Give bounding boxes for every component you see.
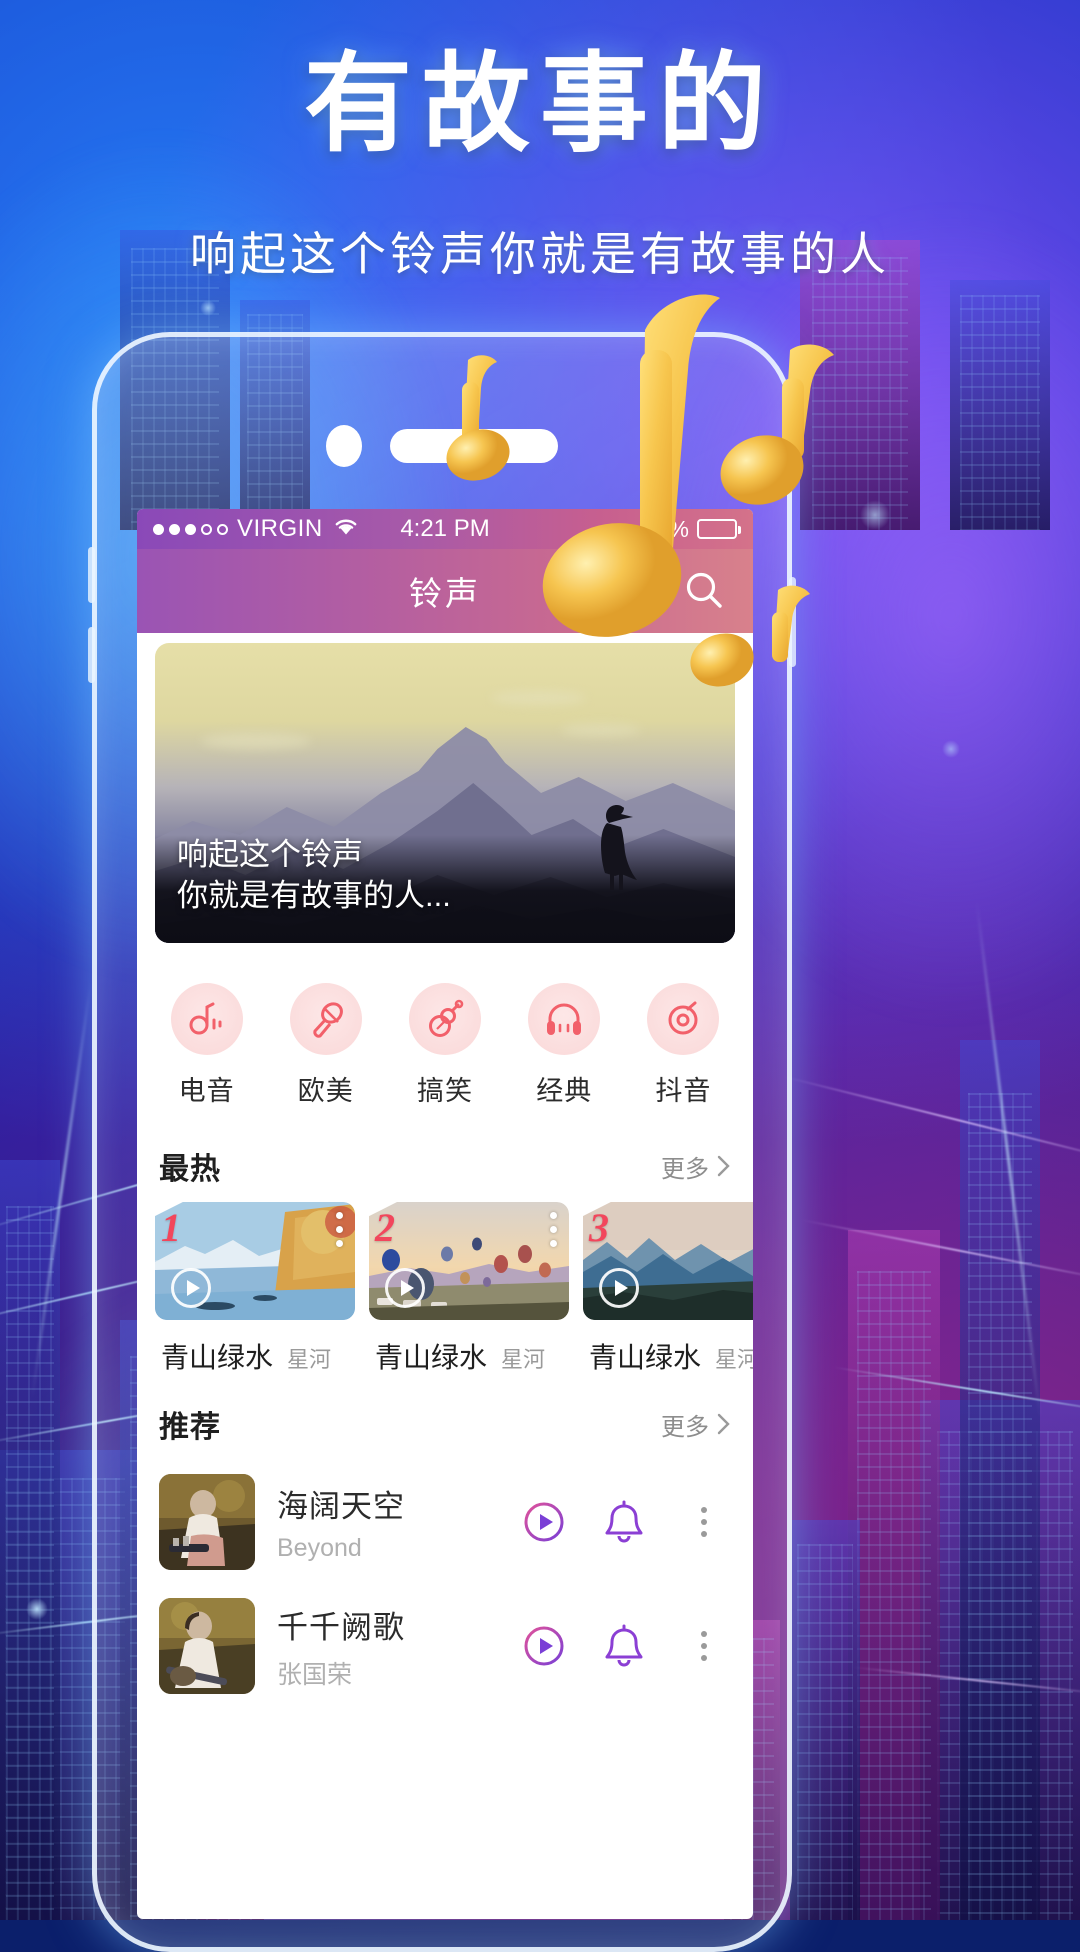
category-item-jingdian[interactable]: 经典 [505,983,624,1108]
battery-percent-label: 95% [642,515,690,542]
song-title: 千千阙歌 [277,1609,405,1645]
category-label: 抖音 [655,1076,712,1106]
hot-card[interactable]: 3 青山绿水 星河 [583,1202,753,1376]
power-button[interactable] [789,577,796,667]
category-label: 搞笑 [417,1076,473,1106]
category-label: 欧美 [297,1076,354,1106]
hot-card[interactable]: 1 青山绿水 星河 [155,1202,355,1376]
album-art-1 [159,1474,255,1570]
bell-icon[interactable] [601,1499,647,1545]
recommend-list: 海阔天空 Beyond 千千阙歌 张国荣 [137,1460,753,1708]
song-artist: 张国荣 [277,1660,353,1689]
category-item-douyin[interactable]: 抖音 [624,983,743,1108]
song-cover [159,1474,255,1570]
featured-banner[interactable]: 响起这个铃声 你就是有故事的人... [155,643,735,943]
chevron-right-icon [717,1155,730,1177]
promo-headline: 有故事的 [303,42,776,167]
front-camera [326,425,362,467]
recommend-more-label: 更多 [661,1413,709,1441]
song-artist: Beyond [277,1534,362,1562]
hot-card-thumbnail[interactable]: 2 [369,1202,569,1320]
carrier-label: VIRGIN [237,515,323,542]
phone-mockup: VIRGIN 4:21 PM 95% 铃声 响起这个铃声 你就是有故事的人...… [88,332,796,1952]
battery-icon [697,519,742,539]
hot-card-rank: 2 [375,1205,395,1250]
earpiece-speaker [390,429,558,463]
phone-screen: VIRGIN 4:21 PM 95% 铃声 响起这个铃声 你就是有故事的人...… [137,509,753,1919]
microphone-icon [289,983,362,1055]
guitar-icon [409,983,481,1055]
app-navbar: 铃声 [137,549,753,633]
banner-caption-line2: 你就是有故事的人... [177,878,451,914]
chevron-right-icon [717,1413,730,1435]
banner-caption: 响起这个铃声 你就是有故事的人... [177,834,451,917]
kebab-menu-icon[interactable] [550,1212,557,1247]
song-title: 海阔天空 [277,1489,405,1524]
play-circle-icon[interactable] [521,1623,567,1669]
category-item-dianyin[interactable]: 电音 [147,983,266,1108]
hot-section-header: 最热 更多 [137,1118,753,1202]
category-label: 经典 [536,1076,593,1106]
promo-headline-wrap: 有故事的 [0,42,1080,167]
status-bar-clock: 4:21 PM [400,515,490,542]
hot-card-title: 青山绿水 [375,1342,488,1373]
category-label: 电音 [178,1076,235,1106]
kebab-menu-icon[interactable] [336,1212,343,1247]
hot-card-artist: 星河 [287,1347,332,1372]
music-note-icon [170,983,243,1055]
hot-card-list[interactable]: 1 青山绿水 星河 2 青山绿水 星河 3 青山绿水 星河 [137,1202,753,1376]
promo-subheadline: 响起这个铃声你就是有故事的人 [190,228,890,280]
play-icon[interactable] [599,1268,639,1308]
hot-card-title: 青山绿水 [161,1342,274,1373]
category-item-oumei[interactable]: 欧美 [266,983,385,1108]
hot-card-rank: 1 [161,1205,181,1250]
recommend-section-header: 推荐 更多 [137,1376,753,1460]
hot-card-title: 青山绿水 [589,1342,702,1373]
phone-speaker-area [326,425,558,467]
target-record-icon [647,983,720,1055]
hot-card-thumbnail[interactable]: 1 [155,1202,355,1320]
hot-more-label: 更多 [661,1155,709,1183]
hot-card-artist: 星河 [501,1347,546,1372]
hot-more-button[interactable]: 更多 [661,1149,731,1184]
more-vertical-icon[interactable] [681,1499,727,1545]
list-item[interactable]: 海阔天空 Beyond [159,1460,731,1584]
album-art-2 [159,1598,255,1694]
headphones-icon [528,983,601,1055]
search-icon[interactable] [681,568,727,614]
page-title: 铃声 [409,575,481,612]
signal-strength-icon [153,523,228,535]
recommend-more-button[interactable]: 更多 [661,1407,731,1442]
hot-card-thumbnail[interactable]: 3 [583,1202,753,1320]
bell-icon[interactable] [601,1623,647,1669]
wifi-icon [332,515,360,543]
banner-caption-line1: 响起这个铃声 [177,836,363,872]
hot-card-artist: 星河 [715,1347,753,1372]
more-vertical-icon[interactable] [681,1623,727,1669]
play-icon[interactable] [385,1268,425,1308]
hot-card-rank: 3 [589,1205,609,1250]
play-circle-icon[interactable] [521,1499,567,1545]
category-item-gaoxiao[interactable]: 搞笑 [385,983,504,1108]
section-title-hot: 最热 [159,1153,221,1186]
hot-card[interactable]: 2 青山绿水 星河 [369,1202,569,1376]
play-icon[interactable] [171,1268,211,1308]
list-item[interactable]: 千千阙歌 张国荣 [159,1584,731,1708]
status-bar: VIRGIN 4:21 PM 95% [137,509,753,549]
person-silhouette [601,805,637,890]
volume-down-button[interactable] [88,627,95,683]
volume-up-button[interactable] [88,547,95,603]
song-cover [159,1598,255,1694]
category-row: 电音 欧美 搞笑 经典 抖音 [137,943,753,1118]
section-title-recommend: 推荐 [159,1411,221,1444]
